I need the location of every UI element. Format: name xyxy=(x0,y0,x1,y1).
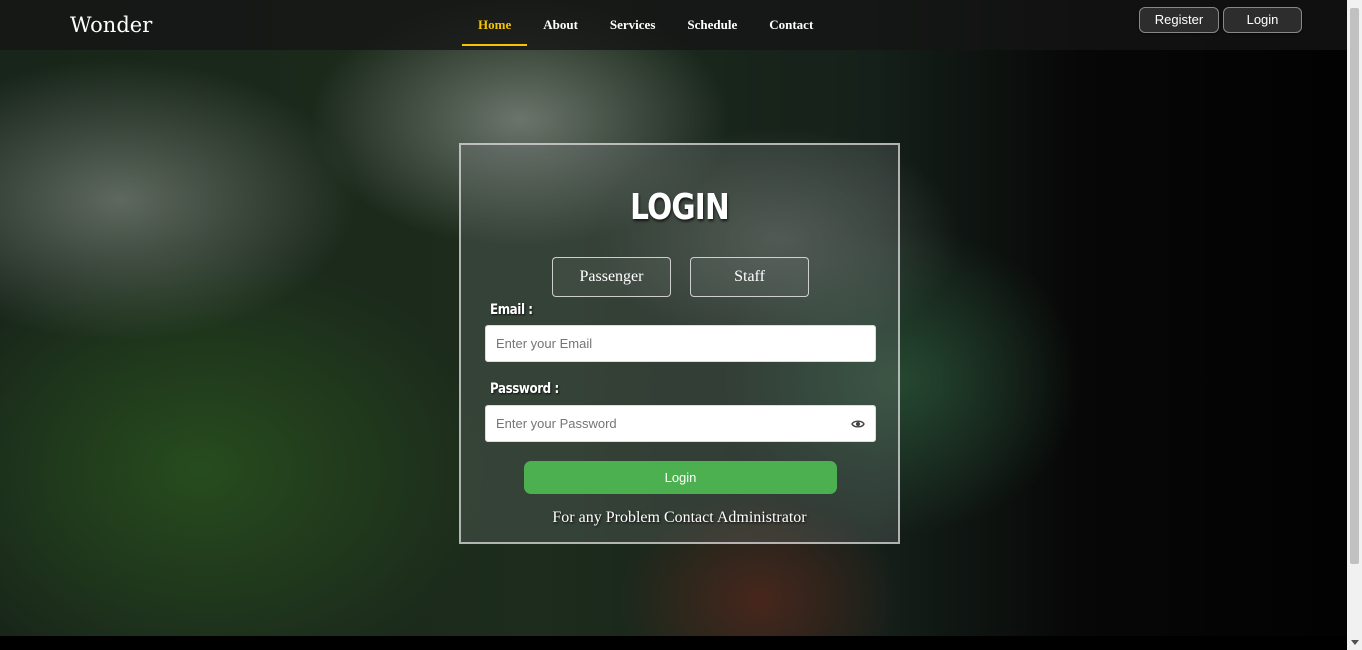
nav-link-contact[interactable]: Contact xyxy=(753,0,829,46)
login-title: LOGIN xyxy=(630,187,730,228)
register-button[interactable]: Register xyxy=(1139,7,1219,33)
nav-link-schedule[interactable]: Schedule xyxy=(671,0,753,46)
vertical-scrollbar[interactable] xyxy=(1347,0,1362,650)
help-text: For any Problem Contact Administrator xyxy=(552,509,807,526)
nav-link-services[interactable]: Services xyxy=(594,0,671,46)
brand-logo[interactable]: Wonder xyxy=(70,13,152,37)
page-bottom-strip xyxy=(0,636,1347,650)
email-input[interactable] xyxy=(485,325,876,362)
top-navbar: Wonder Home About Services Schedule Cont… xyxy=(0,0,1347,50)
page-background: Wonder Home About Services Schedule Cont… xyxy=(0,0,1347,636)
email-label: Email : xyxy=(490,302,533,318)
login-card: LOGIN Passenger Staff Email : Password :… xyxy=(459,143,900,544)
nav-links: Home About Services Schedule Contact xyxy=(462,0,829,46)
login-submit-button[interactable]: Login xyxy=(524,461,837,494)
passenger-role-button[interactable]: Passenger xyxy=(552,257,671,297)
password-input[interactable] xyxy=(485,405,876,442)
nav-link-home[interactable]: Home xyxy=(462,0,528,46)
staff-role-button[interactable]: Staff xyxy=(690,257,809,297)
password-label: Password : xyxy=(490,381,559,397)
nav-login-button[interactable]: Login xyxy=(1223,7,1302,33)
scroll-down-arrow-icon[interactable] xyxy=(1351,640,1359,645)
scrollbar-thumb[interactable] xyxy=(1350,8,1359,564)
eye-icon[interactable] xyxy=(851,417,865,431)
nav-link-about[interactable]: About xyxy=(527,0,594,46)
